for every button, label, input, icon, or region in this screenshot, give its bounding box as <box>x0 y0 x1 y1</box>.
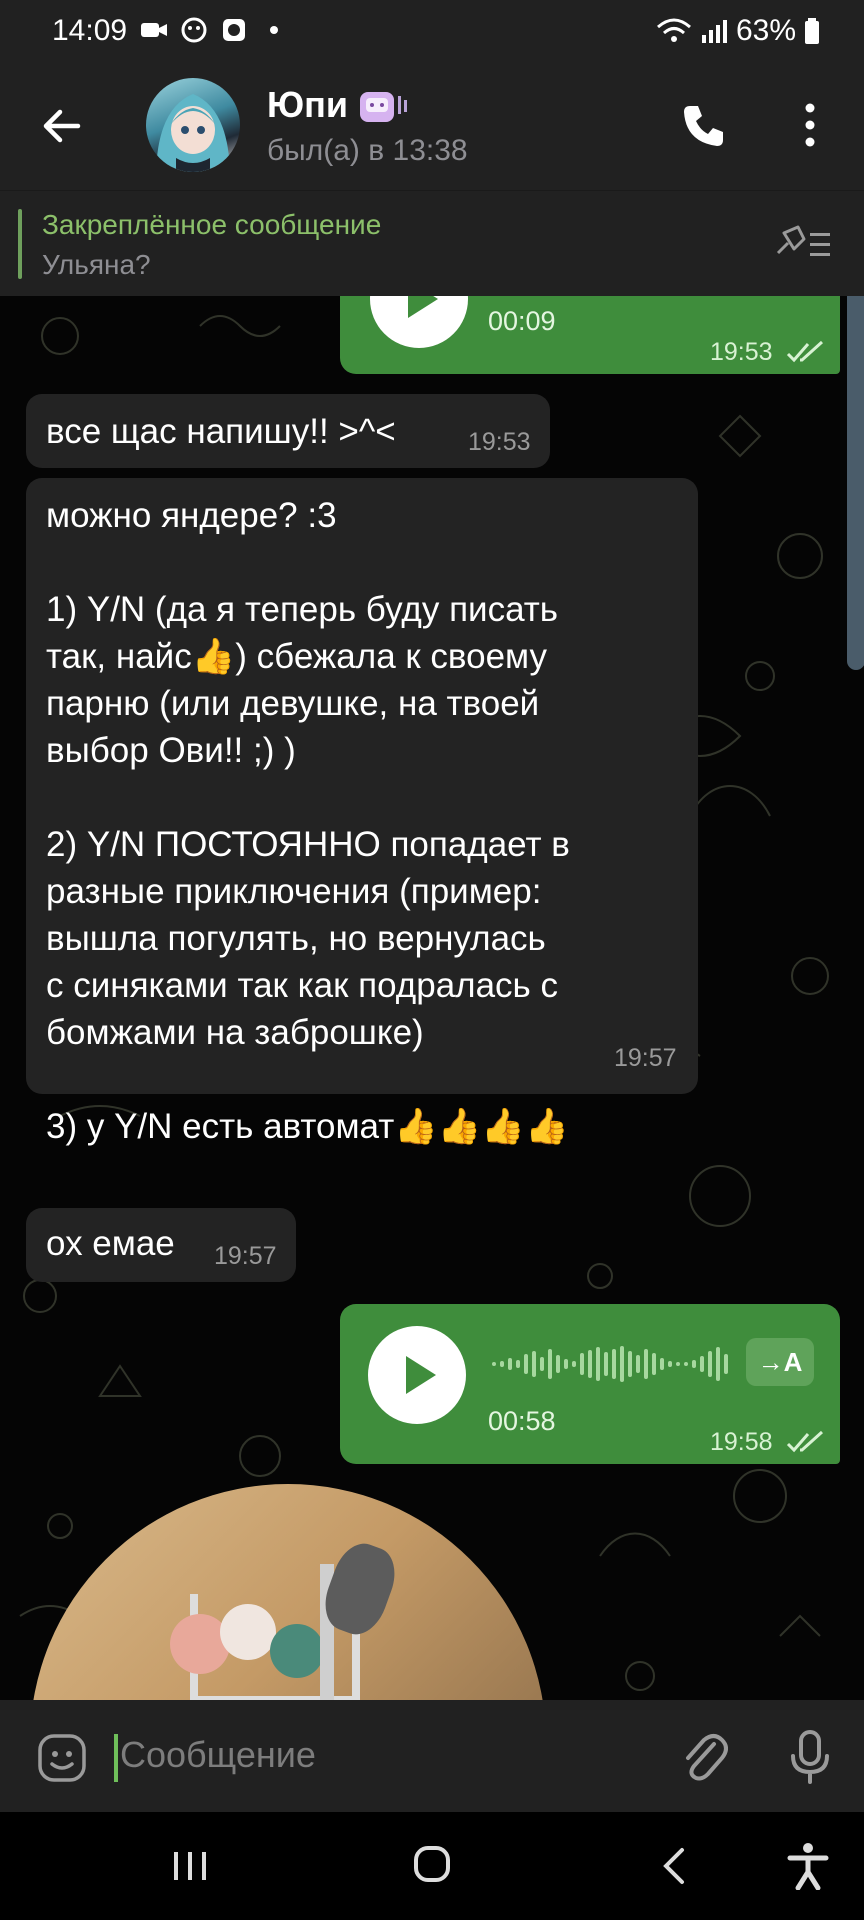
message-text: можно яндере? :3 1) Y/N (да я теперь буд… <box>46 496 570 1146</box>
emoji-sticker-icon[interactable] <box>36 1732 88 1784</box>
app-notification-icon <box>223 19 245 41</box>
message-time: 19:53 <box>710 338 773 366</box>
video-frame-sponge <box>270 1624 324 1678</box>
message-time: 19:58 <box>710 1428 773 1456</box>
message-time: 19:53 <box>468 428 531 456</box>
status-notification-icons <box>140 16 288 44</box>
sticker-emoji-icon <box>360 92 407 122</box>
play-button[interactable] <box>370 296 468 348</box>
transcribe-button[interactable]: →A <box>746 1338 814 1386</box>
wifi-icon <box>656 18 691 42</box>
chat-area[interactable]: 00:09 19:53 все щас напишу!! >^< 19:53 м… <box>0 296 864 1700</box>
voice-message-outgoing[interactable]: →A 00:58 19:58 <box>340 1304 840 1464</box>
signal-icon <box>701 20 727 43</box>
recent-apps-icon[interactable] <box>170 1846 210 1886</box>
message-time: 19:57 <box>214 1242 277 1270</box>
pinned-message-bar[interactable]: Закреплённое сообщение Ульяна? <box>0 190 864 296</box>
face-icon <box>181 17 207 43</box>
pinned-indicator <box>18 209 22 279</box>
contact-name[interactable]: Юпи <box>267 84 348 126</box>
read-check-icon <box>786 340 824 363</box>
message-incoming-long[interactable]: можно яндере? :3 1) Y/N (да я теперь буд… <box>26 478 698 1146</box>
video-frame-sponge <box>220 1604 276 1660</box>
read-check-icon <box>786 1430 824 1453</box>
message-text: ох емае <box>46 1224 175 1263</box>
phone-call-icon[interactable] <box>678 100 728 150</box>
voice-duration: 00:58 <box>488 1406 556 1436</box>
pinned-title: Закреплённое сообщение <box>42 209 382 240</box>
message-incoming[interactable]: ох емае 19:57 <box>26 1208 296 1282</box>
message-text: все щас напишу!! >^< <box>46 412 396 451</box>
chat-scrollbar[interactable] <box>847 296 864 670</box>
message-incoming[interactable]: все щас напишу!! >^< 19:53 <box>26 394 550 468</box>
message-input[interactable]: Сообщение <box>120 1734 316 1776</box>
pinned-text: Ульяна? <box>42 249 151 280</box>
message-input-bar: Сообщение <box>0 1700 864 1812</box>
more-notifications-dot-icon <box>270 26 278 34</box>
pinned-list-icon[interactable] <box>774 223 834 265</box>
home-icon[interactable] <box>412 1844 452 1884</box>
status-right: 63% <box>656 14 820 48</box>
back-arrow-icon[interactable] <box>38 102 86 150</box>
voice-message-outgoing[interactable]: 00:09 19:53 <box>340 296 840 374</box>
status-bar: 14:09 63% <box>0 0 864 62</box>
chat-header: Юпи был(а) в 13:38 <box>0 62 864 190</box>
attach-paperclip-icon[interactable] <box>678 1730 728 1784</box>
play-button[interactable] <box>368 1326 466 1424</box>
voice-waveform[interactable] <box>492 1342 728 1386</box>
avatar-anime-girl-icon <box>156 94 230 172</box>
avatar[interactable] <box>146 78 240 172</box>
text-cursor <box>114 1734 118 1782</box>
back-icon[interactable] <box>660 1846 688 1886</box>
system-navigation-bar <box>0 1812 864 1920</box>
voice-duration: 00:09 <box>488 306 556 336</box>
status-time: 14:09 <box>52 14 128 47</box>
contact-last-seen: был(а) в 13:38 <box>267 134 468 167</box>
video-camera-icon <box>141 23 167 37</box>
battery-icon <box>805 18 819 44</box>
accessibility-icon[interactable] <box>786 1842 830 1890</box>
message-time: 19:57 <box>614 1044 677 1072</box>
microphone-icon[interactable] <box>790 1730 830 1784</box>
more-options-icon[interactable] <box>796 100 824 150</box>
battery-percent: 63% <box>735 14 796 47</box>
play-icon <box>408 296 438 318</box>
play-icon <box>406 1356 436 1394</box>
